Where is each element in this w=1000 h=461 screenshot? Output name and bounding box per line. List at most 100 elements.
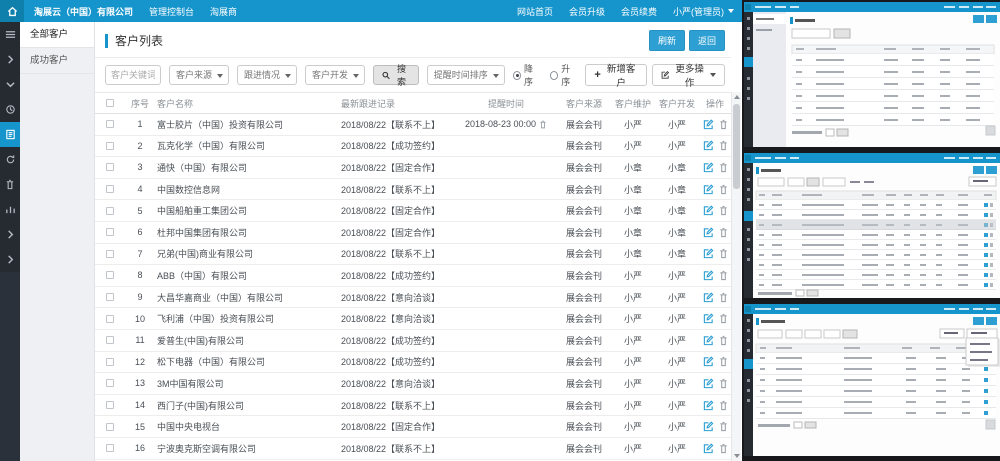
edit-icon[interactable] xyxy=(703,140,714,151)
select-all-checkbox[interactable] xyxy=(106,99,114,107)
delete-icon[interactable] xyxy=(719,162,728,173)
developer-select[interactable]: 客户开发 xyxy=(305,65,365,85)
row-checkbox[interactable] xyxy=(106,207,114,215)
chevron-down-icon[interactable] xyxy=(0,72,20,97)
table-row[interactable]: 16 宁波奥克斯空调有限公司 2018/08/22【联系不上】 展会会刊 小严 … xyxy=(95,438,731,460)
edit-icon[interactable] xyxy=(703,421,714,432)
customer-list-icon[interactable] xyxy=(0,122,20,147)
row-checkbox[interactable] xyxy=(106,250,114,258)
scroll-up-icon[interactable] xyxy=(734,95,740,99)
table-row[interactable]: 10 飞利浦（中国）投资有限公司 2018/08/22【意向洽谈】 展会会刊 小… xyxy=(95,308,731,330)
preview-thumbnail-3[interactable] xyxy=(744,304,1000,456)
row-checkbox[interactable] xyxy=(106,120,114,128)
sidebar-item-success-customers[interactable]: 成功客户 xyxy=(20,48,94,74)
vertical-scrollbar[interactable] xyxy=(731,92,741,461)
nav-item-site-home[interactable]: 网站首页 xyxy=(517,5,553,18)
menu-icon[interactable] xyxy=(0,22,20,47)
edit-icon[interactable] xyxy=(703,335,714,346)
delete-icon[interactable] xyxy=(719,119,728,130)
row-checkbox[interactable] xyxy=(106,185,114,193)
table-row[interactable]: 8 ABB（中国）有限公司 2018/08/22【成功签约】 展会会刊 小严 小… xyxy=(95,265,731,287)
chevron-right-icon[interactable] xyxy=(0,222,20,247)
delete-icon[interactable] xyxy=(719,184,728,195)
source-select[interactable]: 客户来源 xyxy=(169,65,229,85)
row-checkbox[interactable] xyxy=(106,271,114,279)
user-menu[interactable]: 小严(管理员) xyxy=(673,5,734,18)
delete-icon[interactable] xyxy=(719,227,728,238)
preview-thumbnail-2[interactable] xyxy=(744,153,1000,298)
sort-asc-radio[interactable]: 升序 xyxy=(550,62,577,88)
progress-select[interactable]: 跟进情况 xyxy=(237,65,297,85)
edit-icon[interactable] xyxy=(703,248,714,259)
delete-icon[interactable] xyxy=(719,292,728,303)
edit-icon[interactable] xyxy=(703,378,714,389)
edit-icon[interactable] xyxy=(703,162,714,173)
row-checkbox[interactable] xyxy=(106,336,114,344)
delete-icon[interactable] xyxy=(719,140,728,151)
table-row[interactable]: 6 杜邦中国集团有限公司 2018/08/22【固定合作】 展会会刊 小章 小章 xyxy=(95,222,731,244)
row-checkbox[interactable] xyxy=(106,315,114,323)
delete-icon[interactable] xyxy=(719,421,728,432)
nav-item-taozhanshang[interactable]: 淘展商 xyxy=(210,5,237,18)
table-row[interactable]: 14 西门子(中国)有限公司 2018/08/22【联系不上】 展会会刊 小严 … xyxy=(95,395,731,417)
delete-icon[interactable] xyxy=(719,378,728,389)
sort-desc-radio[interactable]: 降序 xyxy=(513,62,540,88)
remind-delete-icon[interactable] xyxy=(539,120,547,129)
home-icon[interactable] xyxy=(0,0,24,22)
keyword-input[interactable] xyxy=(105,65,161,85)
history-icon[interactable] xyxy=(0,97,20,122)
row-checkbox[interactable] xyxy=(106,379,114,387)
row-checkbox[interactable] xyxy=(106,358,114,366)
table-row[interactable]: 13 3M中国有限公司 2018/08/22【意向洽谈】 展会会刊 小严 小严 xyxy=(95,373,731,395)
delete-icon[interactable] xyxy=(719,248,728,259)
nav-item-console[interactable]: 管理控制台 xyxy=(149,5,194,18)
trash-icon[interactable] xyxy=(0,172,20,197)
nav-item-member-upgrade[interactable]: 会员升级 xyxy=(569,5,605,18)
table-row[interactable]: 4 中国数控信息网 2018/08/22【联系不上】 展会会刊 小章 小章 xyxy=(95,179,731,201)
edit-icon[interactable] xyxy=(703,205,714,216)
nav-item-member-renew[interactable]: 会员续费 xyxy=(621,5,657,18)
row-checkbox[interactable] xyxy=(106,423,114,431)
sort-select[interactable]: 提醒时间排序 xyxy=(427,65,505,85)
delete-icon[interactable] xyxy=(719,400,728,411)
delete-icon[interactable] xyxy=(719,356,728,367)
edit-icon[interactable] xyxy=(703,400,714,411)
chevron-right-icon[interactable] xyxy=(0,247,20,272)
delete-icon[interactable] xyxy=(719,205,728,216)
row-checkbox[interactable] xyxy=(106,401,114,409)
table-row[interactable]: 12 松下电器（中国）有限公司 2018/08/22【成功签约】 展会会刊 小严… xyxy=(95,352,731,374)
delete-icon[interactable] xyxy=(719,335,728,346)
row-checkbox[interactable] xyxy=(106,228,114,236)
row-checkbox[interactable] xyxy=(106,142,114,150)
add-customer-button[interactable]: + 新增客户 xyxy=(585,64,646,86)
row-checkbox[interactable] xyxy=(106,293,114,301)
refresh-button[interactable]: 刷新 xyxy=(649,30,685,51)
scrollbar-thumb[interactable] xyxy=(733,104,740,189)
chevron-right-icon[interactable] xyxy=(0,47,20,72)
edit-icon[interactable] xyxy=(703,119,714,130)
table-row[interactable]: 1 富士胶片（中国）投资有限公司 2018/08/22【联系不上】 2018-0… xyxy=(95,114,731,136)
stats-icon[interactable] xyxy=(0,197,20,222)
redo-icon[interactable] xyxy=(0,147,20,172)
delete-icon[interactable] xyxy=(719,443,728,454)
delete-icon[interactable] xyxy=(719,270,728,281)
edit-icon[interactable] xyxy=(703,443,714,454)
search-button[interactable]: 搜索 xyxy=(373,65,419,85)
edit-icon[interactable] xyxy=(703,292,714,303)
row-checkbox[interactable] xyxy=(106,163,114,171)
edit-icon[interactable] xyxy=(703,356,714,367)
more-operations-button[interactable]: 更多操作 xyxy=(652,64,725,86)
table-row[interactable]: 15 中国中央电视台 2018/08/22【固定合作】 展会会刊 小严 小严 xyxy=(95,416,731,438)
edit-icon[interactable] xyxy=(703,227,714,238)
table-row[interactable]: 11 爱普生(中国)有限公司 2018/08/22【成功签约】 展会会刊 小严 … xyxy=(95,330,731,352)
row-checkbox[interactable] xyxy=(106,444,114,452)
table-row[interactable]: 2 瓦克化学（中国）有限公司 2018/08/22【成功签约】 展会会刊 小严 … xyxy=(95,136,731,158)
scroll-down-icon[interactable] xyxy=(734,454,740,458)
table-row[interactable]: 3 通快（中国）有限公司 2018/08/22【固定合作】 展会会刊 小章 小章 xyxy=(95,157,731,179)
delete-icon[interactable] xyxy=(719,313,728,324)
table-row[interactable]: 9 大昌华嘉商业（中国）有限公司 2018/08/22【意向洽谈】 展会会刊 小… xyxy=(95,287,731,309)
preview-thumbnail-1[interactable] xyxy=(744,2,1000,147)
sidebar-item-all-customers[interactable]: 全部客户 xyxy=(20,22,94,48)
edit-icon[interactable] xyxy=(703,270,714,281)
table-row[interactable]: 5 中国船舶重工集团公司 2018/08/22【固定合作】 展会会刊 小章 小章 xyxy=(95,200,731,222)
